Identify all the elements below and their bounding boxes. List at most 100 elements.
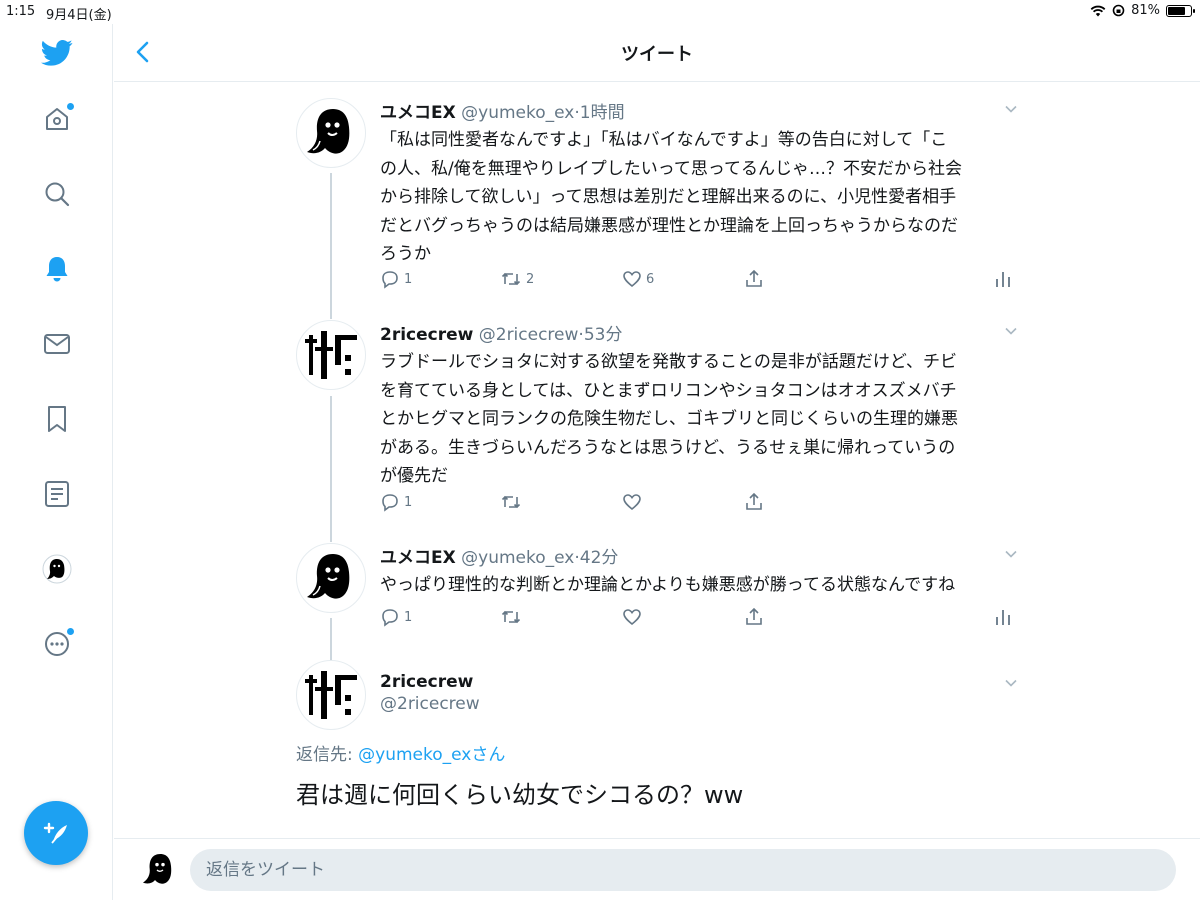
tweet-header: ユメコEX @yumeko_ex·42分 [380, 543, 618, 568]
page-title: ツイート [621, 44, 693, 65]
reply-count: 1 [404, 271, 413, 287]
heart-icon [623, 494, 641, 511]
status-bar: 1:15 9月4日(金) 81% [0, 0, 1200, 24]
like-count: 6 [646, 271, 655, 287]
tweet-text-line: やっぱり理性的な判断とか理論とかよりも嫌悪感が勝ってる状態なんですね [380, 575, 956, 595]
user-handle[interactable]: @yumeko_ex [461, 548, 574, 568]
battery-percent: 81% [1131, 3, 1160, 18]
lists-icon[interactable] [40, 477, 74, 511]
analytics-icon [996, 610, 1010, 625]
tweet-header: ユメコEX @yumeko_ex·1時間 [380, 98, 625, 123]
reply-button[interactable]: 1 [380, 492, 412, 512]
tweet-text-line: の人、私/俺を無理やりレイプしたいって思ってるんじゃ…？不安だから社会 [380, 158, 963, 179]
tweet-text-line: から排除して欲しい」って思想は差別だと理解出来るのに、小児性愛者相手 [380, 187, 957, 207]
chevron-down-icon[interactable] [1004, 547, 1018, 561]
reply-bar: 返信をツイート [114, 838, 1200, 900]
user-handle[interactable]: @yumeko_ex [461, 103, 574, 123]
tweet-text: やっぱり理性的な判断とか理論とかよりも嫌悪感が勝ってる状態なんですね [380, 571, 1030, 600]
heart-icon [623, 609, 641, 626]
replying-to-handle[interactable]: @yumeko_ex [358, 745, 471, 765]
share-button[interactable] [744, 269, 764, 289]
retweet-icon [501, 272, 521, 286]
user-handle[interactable]: @2ricecrew [380, 694, 480, 714]
my-avatar [138, 849, 180, 891]
avatar[interactable] [296, 320, 366, 390]
display-name[interactable]: ユメコEX [380, 548, 456, 568]
chevron-down-icon[interactable] [1004, 676, 1018, 690]
more-notification-dot [67, 628, 74, 635]
retweet-button[interactable] [500, 492, 522, 512]
notifications-bell-icon[interactable] [40, 252, 74, 286]
compose-tweet-button[interactable] [24, 801, 88, 865]
reply-icon [382, 494, 398, 512]
tweet-actions: 1 2 6 [380, 269, 1028, 293]
share-button[interactable] [744, 492, 764, 512]
tweet-actions: 1 [380, 492, 1028, 516]
share-icon [746, 269, 762, 287]
tweet-text: 「私は同性愛者なんですよ」「私はバイなんですよ」等の告白に対して「こ の人、私/… [380, 126, 1030, 269]
profile-avatar[interactable] [40, 552, 74, 586]
retweet-button[interactable]: 2 [500, 269, 534, 289]
tweet-text-line: を育てている身としては、ひとまずロリコンやショタコンはオオスズメバチ [380, 380, 957, 401]
bookmarks-icon[interactable] [40, 402, 74, 436]
display-name[interactable]: 2ricecrew [380, 672, 480, 692]
chevron-down-icon[interactable] [1004, 324, 1018, 338]
status-date: 9月4日(金) [46, 8, 112, 23]
heart-icon [623, 271, 641, 288]
page-header: ツイート [114, 24, 1200, 82]
twitter-logo-icon[interactable] [40, 36, 74, 70]
reply-count: 1 [404, 494, 413, 510]
tweet-text-line: 「私は同性愛者なんですよ」「私はバイなんですよ」等の告白に対して「こ [380, 130, 948, 150]
status-time: 1:15 [6, 4, 36, 19]
tweet[interactable]: ユメコEX @yumeko_ex·42分 やっぱり理性的な判断とか理論とかよりも… [296, 543, 1026, 643]
like-button[interactable] [622, 607, 642, 627]
replying-to: 返信先: @yumeko_exさん [296, 740, 505, 765]
tweet-text-line: だとバグっちゃうのは結局嫌悪感が理性とか理論を上回っちゃうからなのだ [380, 215, 958, 236]
share-icon [746, 607, 762, 625]
reply-button[interactable]: 1 [380, 269, 412, 289]
tweet-text-line: ラブドールでショタに対する欲望を発散することの是非が話題だけど、チビ [380, 352, 957, 372]
tweet-header: 2ricecrew @2ricecrew·53分 [380, 320, 622, 345]
tweet-text: ラブドールでショタに対する欲望を発散することの是非が話題だけど、チビ を育ててい… [380, 348, 1030, 491]
retweet-button[interactable] [500, 607, 522, 627]
tweet[interactable]: 2ricecrew @2ricecrew·53分 ラブドールでショタに対する欲望… [296, 320, 1026, 520]
reply-button[interactable]: 1 [380, 607, 412, 627]
sidebar [0, 24, 113, 900]
user-handle[interactable]: @2ricecrew [479, 325, 579, 345]
rotation-lock-icon [1112, 4, 1125, 17]
like-button[interactable]: 6 [622, 269, 654, 289]
search-icon[interactable] [40, 177, 74, 211]
avatar[interactable] [296, 660, 366, 730]
avatar[interactable] [296, 543, 366, 613]
avatar[interactable] [296, 98, 366, 168]
tweet-text-line: が優先だ [380, 466, 448, 486]
reply-input[interactable]: 返信をツイート [190, 849, 1176, 891]
focused-tweet[interactable]: 2ricecrew @2ricecrew [296, 660, 1026, 734]
retweet-icon [501, 495, 521, 509]
display-name[interactable]: ユメコEX [380, 103, 456, 123]
replying-to-prefix: 返信先: [296, 745, 359, 765]
messages-envelope-icon[interactable] [40, 327, 74, 361]
tweet[interactable]: ユメコEX @yumeko_ex·1時間 「私は同性愛者なんですよ」「私はバイな… [296, 98, 1026, 298]
home-icon[interactable] [40, 102, 74, 136]
tweet-time[interactable]: ·42分 [574, 548, 618, 568]
analytics-button[interactable] [994, 607, 1012, 627]
like-button[interactable] [622, 492, 642, 512]
focused-tweet-text: 君は週に何回くらい幼女でシコるの？ww [296, 781, 744, 809]
reply-icon [382, 609, 398, 627]
analytics-icon [996, 272, 1010, 287]
share-button[interactable] [744, 607, 764, 627]
tweet-time[interactable]: ·1時間 [574, 103, 624, 123]
tweet-text-line: がある。生きづらいんだろうなとは思うけど、うるせぇ巣に帰れっていうの [380, 437, 956, 458]
share-icon [746, 492, 762, 510]
more-options-icon[interactable] [40, 627, 74, 661]
home-notification-dot [67, 103, 74, 110]
tweet-text-line: ろうか [380, 244, 431, 264]
tweet-time[interactable]: ·53分 [578, 325, 622, 345]
reply-icon [382, 271, 398, 289]
analytics-button[interactable] [994, 269, 1012, 289]
tweet-actions: 1 [380, 607, 1028, 631]
reply-count: 1 [404, 609, 413, 625]
chevron-down-icon[interactable] [1004, 102, 1018, 116]
display-name[interactable]: 2ricecrew [380, 325, 473, 345]
